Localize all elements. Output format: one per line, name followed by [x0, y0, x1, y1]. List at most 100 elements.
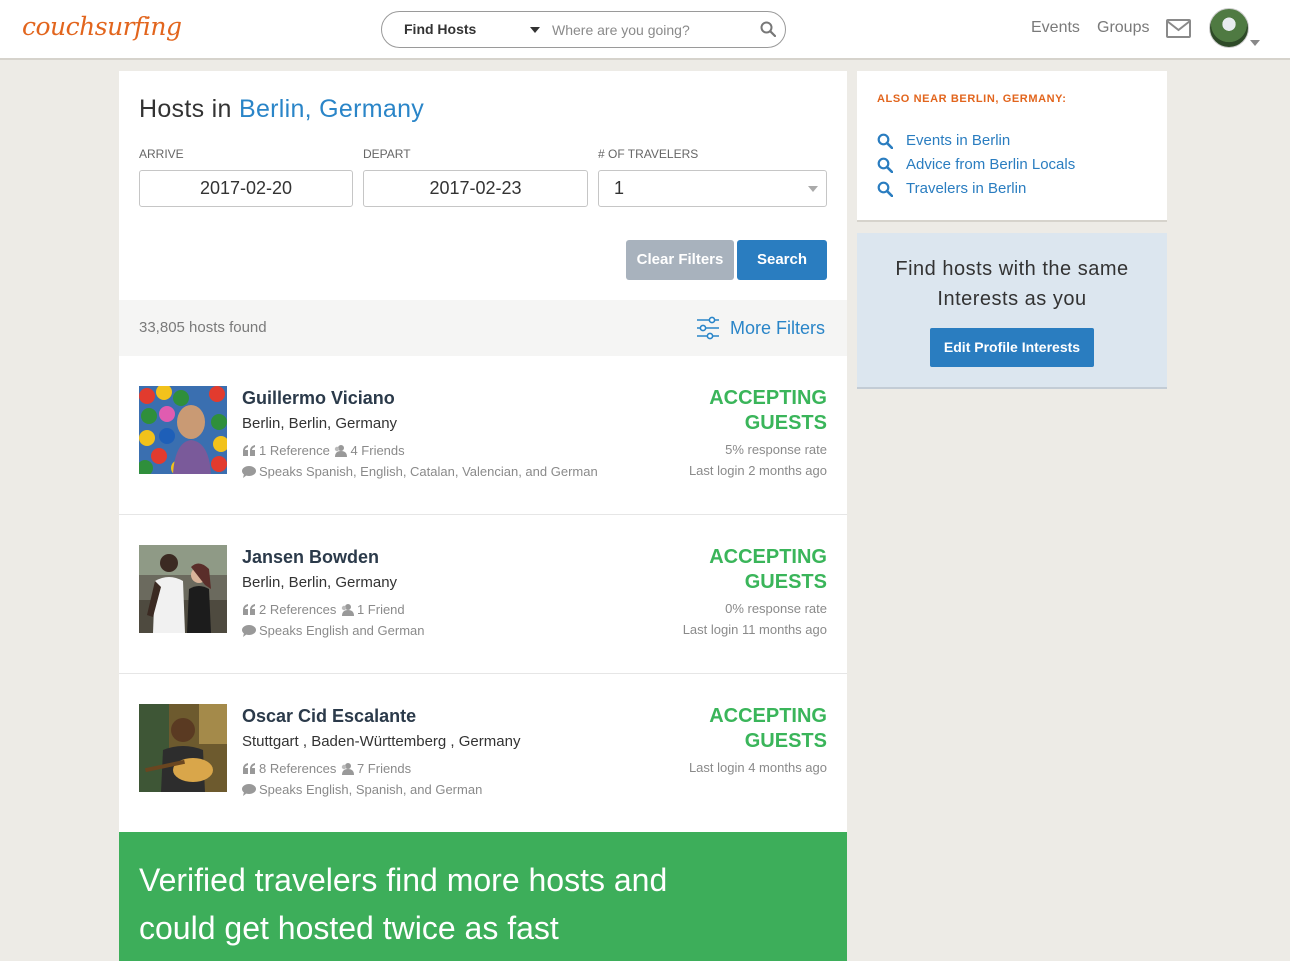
travelers-in-berlin-link[interactable]: Travelers in Berlin — [877, 180, 1026, 197]
host-list-item[interactable]: Oscar Cid Escalante Stuttgart , Baden-Wü… — [119, 674, 847, 833]
friends-icon — [341, 604, 354, 616]
host-photo[interactable] — [139, 704, 227, 792]
link-label: Advice from Berlin Locals — [906, 156, 1076, 173]
page-title: Hosts in Berlin, Germany — [139, 95, 424, 124]
references-count[interactable]: 8 References — [259, 761, 336, 776]
depart-date-field[interactable]: 2017-02-23 — [363, 170, 588, 207]
speech-bubble-icon — [242, 625, 256, 637]
travelers-select[interactable]: 1 — [598, 170, 827, 207]
status-line-1: ACCEPTING — [709, 705, 827, 727]
speech-bubble-icon — [242, 466, 256, 478]
travelers-label: # OF TRAVELERS — [598, 147, 699, 161]
more-filters-link[interactable]: More Filters — [730, 318, 825, 339]
languages-text: Speaks Spanish, English, Catalan, Valenc… — [259, 464, 598, 479]
last-login: Last login 11 months ago — [682, 622, 827, 637]
verify-line-2: could get hosted twice as fast — [139, 910, 559, 946]
friends-count[interactable]: 7 Friends — [357, 761, 411, 776]
advice-from-locals-link[interactable]: Advice from Berlin Locals — [877, 156, 1075, 173]
hosts-found-count: 33,805 hosts found — [139, 319, 267, 336]
languages-text: Speaks English and German — [259, 623, 425, 638]
arrive-date-field[interactable]: 2017-02-20 — [139, 170, 353, 207]
arrive-label: ARRIVE — [139, 147, 184, 161]
status-line-1: ACCEPTING — [709, 546, 827, 568]
host-stats: 1 Reference 4 Friends — [242, 443, 405, 458]
clear-filters-button[interactable]: Clear Filters — [626, 240, 734, 280]
search-button[interactable]: Search — [737, 240, 827, 280]
top-navigation-bar: couchsurfing Find Hosts Events Groups — [0, 0, 1290, 60]
friends-count[interactable]: 4 Friends — [350, 443, 404, 458]
accepting-guests-status: ACCEPTING GUESTS — [627, 545, 827, 595]
host-list-item[interactable]: Jansen Bowden Berlin, Berlin, Germany 2 … — [119, 515, 847, 674]
search-icon — [877, 157, 893, 173]
status-line-2: GUESTS — [744, 412, 827, 434]
also-near-title: ALSO NEAR BERLIN, GERMANY: — [877, 93, 1067, 105]
host-location: Berlin, Berlin, Germany — [242, 574, 398, 591]
destination-search-input[interactable] — [552, 18, 752, 42]
host-list-item[interactable]: Guillermo Viciano Berlin, Berlin, German… — [119, 356, 847, 515]
link-label: Events in Berlin — [906, 132, 1011, 149]
interests-line-1: Find hosts with the same — [895, 258, 1129, 280]
verify-line-1: Verified travelers find more hosts and — [139, 862, 668, 898]
speech-bubble-icon — [242, 784, 256, 796]
host-name-link[interactable]: Oscar Cid Escalante — [242, 706, 416, 727]
quote-icon — [243, 763, 255, 774]
chevron-down-icon — [808, 186, 818, 192]
depart-label: DEPART — [363, 147, 411, 161]
also-near-panel: ALSO NEAR BERLIN, GERMANY: Events in Ber… — [857, 71, 1167, 222]
status-line-2: GUESTS — [744, 571, 827, 593]
host-name-link[interactable]: Guillermo Viciano — [242, 388, 395, 409]
search-mode-select[interactable]: Find Hosts — [404, 12, 476, 47]
response-rate: 0% response rate — [725, 601, 827, 616]
chevron-down-icon[interactable] — [530, 27, 540, 33]
nav-groups-link[interactable]: Groups — [1097, 19, 1149, 37]
nav-events-link[interactable]: Events — [1031, 19, 1080, 37]
status-line-2: GUESTS — [744, 730, 827, 752]
interests-line-2: Interests as you — [937, 288, 1087, 310]
friends-icon — [335, 445, 348, 457]
search-icon[interactable] — [760, 21, 776, 37]
title-location-link[interactable]: Berlin, Germany — [239, 95, 424, 123]
host-languages: Speaks English and German — [242, 623, 424, 638]
host-stats: 2 References 1 Friend — [242, 602, 405, 617]
global-search-box: Find Hosts — [381, 11, 786, 48]
accepting-guests-status: ACCEPTING GUESTS — [627, 386, 827, 436]
host-stats: 8 References 7 Friends — [242, 761, 411, 776]
search-icon — [877, 181, 893, 197]
host-name-link[interactable]: Jansen Bowden — [242, 547, 379, 568]
account-menu-chevron-icon[interactable] — [1250, 40, 1260, 46]
references-count[interactable]: 2 References — [259, 602, 336, 617]
host-languages: Speaks English, Spanish, and German — [242, 782, 482, 797]
verification-banner[interactable]: Verified travelers find more hosts and c… — [119, 832, 847, 961]
filters-sliders-icon[interactable] — [696, 316, 720, 340]
travelers-value: 1 — [614, 178, 625, 198]
host-photo[interactable] — [139, 545, 227, 633]
edit-profile-interests-button[interactable]: Edit Profile Interests — [930, 328, 1094, 367]
title-prefix: Hosts in — [139, 95, 232, 123]
friends-icon — [341, 763, 354, 775]
host-languages: Speaks Spanish, English, Catalan, Valenc… — [242, 464, 598, 479]
host-photo[interactable] — [139, 386, 227, 474]
quote-icon — [243, 604, 255, 615]
verification-banner-text: Verified travelers find more hosts and c… — [139, 856, 739, 952]
quote-icon — [243, 445, 255, 456]
host-location: Stuttgart , Baden-Württemberg , Germany — [242, 733, 521, 750]
references-count[interactable]: 1 Reference — [259, 443, 330, 458]
host-location: Berlin, Berlin, Germany — [242, 415, 398, 432]
interests-panel: Find hosts with the same Interests as yo… — [857, 233, 1167, 389]
accepting-guests-status: ACCEPTING GUESTS — [627, 704, 827, 754]
friends-count[interactable]: 1 Friend — [357, 602, 405, 617]
messages-icon[interactable] — [1166, 19, 1191, 38]
link-label: Travelers in Berlin — [906, 180, 1027, 197]
interests-promo-text: Find hosts with the same Interests as yo… — [857, 254, 1167, 314]
response-rate: 5% response rate — [725, 442, 827, 457]
results-summary-bar: 33,805 hosts found More Filters — [119, 300, 847, 356]
status-line-1: ACCEPTING — [709, 387, 827, 409]
last-login: Last login 2 months ago — [688, 463, 827, 478]
host-search-panel: Hosts in Berlin, Germany ARRIVE 2017-02-… — [119, 71, 847, 961]
user-avatar[interactable] — [1209, 8, 1249, 48]
search-icon — [877, 133, 893, 149]
couchsurfing-logo[interactable]: couchsurfing — [22, 12, 182, 41]
languages-text: Speaks English, Spanish, and German — [259, 782, 483, 797]
events-in-berlin-link[interactable]: Events in Berlin — [877, 132, 1010, 149]
last-login: Last login 4 months ago — [688, 760, 827, 775]
